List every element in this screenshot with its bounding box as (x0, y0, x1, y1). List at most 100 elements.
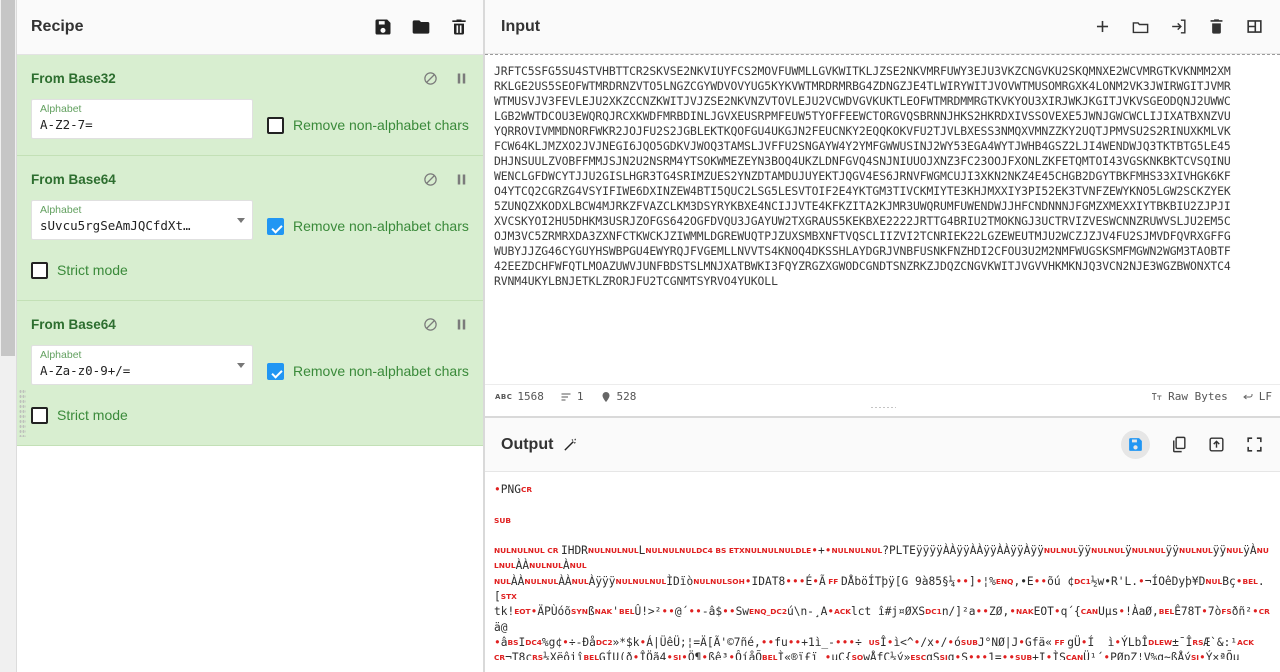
recipe-actions (373, 17, 469, 37)
alphabet-field[interactable]: Alphabet A-Z2-7= (31, 99, 253, 139)
cursor-position-icon (600, 391, 612, 403)
breakpoint-pause-icon[interactable] (454, 172, 469, 187)
control-char-label: SI (939, 653, 948, 660)
line-ending-icon[interactable] (1242, 391, 1254, 403)
checkbox-box[interactable] (267, 116, 284, 134)
output-glyphs: DÅböÍTþÿ[G 9à85§¼ (840, 574, 956, 588)
magic-wand-icon[interactable] (562, 436, 579, 453)
alphabet-field[interactable]: Alphabet sUvcu5rgSeAmJQCfdXt… (31, 200, 253, 240)
output-blank-line (494, 528, 1272, 543)
add-input-tab-icon[interactable] (1093, 17, 1112, 36)
alphabet-value[interactable]: sUvcu5rgSeAmJQCfdXt… (40, 217, 244, 234)
nonprintable-dot: • (494, 635, 501, 649)
output-glyphs: 1= (988, 651, 1002, 660)
replace-input-icon[interactable] (1207, 435, 1226, 454)
control-char-label: SYN (571, 607, 588, 617)
save-output-button[interactable] (1121, 430, 1150, 459)
remove-non-alphabet-chars-checkbox[interactable]: Remove non-alphabet chars (267, 357, 469, 385)
disable-operation-icon[interactable] (423, 71, 438, 86)
output-line: •âBSIDC4%g¢•÷-ÐåDC2»*$k•Á|ÜêÜ;¦=Ä[Ã'©7ñé… (494, 635, 1272, 650)
strict-mode-checkbox[interactable]: Strict mode (31, 256, 128, 284)
output-glyphs: @´ (674, 605, 689, 619)
character-encoding-group[interactable]: Raw Bytes (1151, 390, 1228, 403)
recipe-scrollbar[interactable] (0, 0, 17, 672)
input-pane: Input JRFTC5SFG5SU4STVHBTTCR2SKVSE2NKVIU… (485, 0, 1280, 418)
remove-non-alphabet-chars-checkbox[interactable]: Remove non-alphabet chars (267, 212, 469, 240)
output-glyphs: -â$ (701, 605, 723, 619)
copy-output-icon[interactable] (1169, 435, 1188, 454)
character-encoding-value[interactable]: Raw Bytes (1168, 390, 1228, 403)
alphabet-label: Alphabet (40, 204, 82, 216)
alphabet-field[interactable]: Alphabet A-Za-z0-9+/= (31, 345, 253, 385)
breakpoint-pause-icon[interactable] (454, 317, 469, 332)
operation-header: From Base64 (31, 313, 469, 335)
alphabet-value[interactable]: A-Z2-7= (40, 116, 244, 133)
output-text[interactable]: •PNGCR SUB NULNULNUL CR IHDRNULNULNULLNULN… (485, 472, 1280, 660)
alphabet-label: Alphabet (40, 349, 82, 361)
checkbox-box[interactable] (31, 261, 48, 279)
save-output-icon[interactable] (1127, 436, 1144, 453)
open-file-icon[interactable] (1169, 17, 1188, 36)
control-char-label: ENQ (995, 576, 1014, 586)
output-pane: Output •PNGCR SUB NULNULNUL CR IHDRNULNU… (485, 418, 1280, 672)
maximise-output-icon[interactable] (1245, 435, 1264, 454)
recipe-pane: Recipe From Base32 Alphabet A-Z2-7= Remo… (17, 0, 485, 672)
checkbox-box[interactable] (267, 362, 284, 380)
checkbox-box[interactable] (267, 217, 284, 235)
recipe-scrollbar-thumb[interactable] (1, 0, 15, 356)
control-char-label: US (868, 637, 880, 647)
alphabet-value[interactable]: A-Za-z0-9+/= (40, 362, 244, 379)
disable-operation-icon[interactable] (423, 172, 438, 187)
breakpoint-pause-icon[interactable] (454, 71, 469, 86)
pane-resize-handle[interactable] (869, 406, 896, 409)
output-glyphs: ÀÀ (558, 574, 572, 588)
control-char-label: BEL (1158, 607, 1175, 617)
open-folder-icon[interactable] (1131, 17, 1150, 36)
load-recipe-icon[interactable] (411, 17, 431, 37)
disable-operation-icon[interactable] (423, 317, 438, 332)
output-glyphs: fu (774, 635, 788, 649)
output-glyphs: GÍU(ð (598, 651, 633, 660)
strict-mode-checkbox[interactable]: Strict mode (31, 401, 128, 429)
control-char-label: NAK (1015, 607, 1034, 617)
output-glyphs: Sw (735, 605, 750, 619)
control-char-label: DC4 (525, 637, 542, 647)
input-text[interactable]: JRFTC5SFG5SU4STVHBTTCR2SKVSE2NKVIUYFCS2M… (485, 55, 1280, 289)
clear-recipe-icon[interactable] (449, 17, 469, 37)
recipe-operation-list[interactable]: From Base32 Alphabet A-Z2-7= Remove non-… (17, 55, 483, 672)
control-char-label: NAK (594, 607, 613, 617)
output-glyphs: wÅfÇ¼ý» (863, 651, 911, 660)
output-glyphs: ÿÿ (1165, 544, 1179, 558)
output-glyphs: Ã (818, 574, 826, 588)
output-glyphs: n/]²a (941, 605, 976, 619)
clear-io-icon[interactable] (1207, 17, 1226, 36)
output-glyphs: ] (968, 574, 976, 588)
line-ending-value[interactable]: LF (1259, 390, 1272, 403)
save-recipe-icon[interactable] (373, 17, 393, 37)
control-char-label: BS (507, 637, 519, 647)
chevron-down-icon[interactable] (237, 218, 245, 223)
character-encoding-icon[interactable] (1151, 391, 1163, 403)
input-actions (1093, 17, 1264, 36)
chevron-down-icon[interactable] (237, 363, 245, 368)
reset-pane-layout-icon[interactable] (1245, 17, 1264, 36)
control-char-label: BEL (619, 607, 635, 617)
nonprintable-dot: • (681, 651, 688, 660)
control-char-label: CR (1258, 607, 1270, 617)
recipe-operation[interactable]: From Base64 Alphabet A-Za-z0-9+/= Remove… (17, 301, 483, 446)
output-glyphs: ó (954, 635, 961, 649)
drag-handle-dots-icon[interactable] (19, 389, 26, 437)
output-glyphs: Æ`&:¹ (1203, 635, 1238, 649)
output-line: tk!EOT•ÄPÙóõSYNßNAK'BELÛ!>²••@´••-â$••Sw… (494, 604, 1272, 635)
line-ending-group[interactable]: LF (1242, 390, 1272, 403)
checkbox-box[interactable] (31, 406, 48, 424)
output-glyphs: ÷-Ðå (568, 635, 596, 649)
remove-non-alphabet-chars-checkbox[interactable]: Remove non-alphabet chars (267, 111, 469, 139)
input-editor[interactable]: JRFTC5SFG5SU4STVHBTTCR2SKVSE2NKVIUYFCS2M… (485, 54, 1280, 384)
recipe-operation[interactable]: From Base64 Alphabet sUvcu5rgSeAmJQCfdXt… (17, 156, 483, 301)
output-glyphs: À (562, 559, 570, 573)
output-glyphs: ,•E (1013, 574, 1034, 588)
recipe-operation[interactable]: From Base32 Alphabet A-Z2-7= Remove non-… (17, 55, 483, 156)
nonprintable-dot: • (1201, 605, 1208, 619)
output-glyphs: Û!>² (634, 605, 662, 619)
